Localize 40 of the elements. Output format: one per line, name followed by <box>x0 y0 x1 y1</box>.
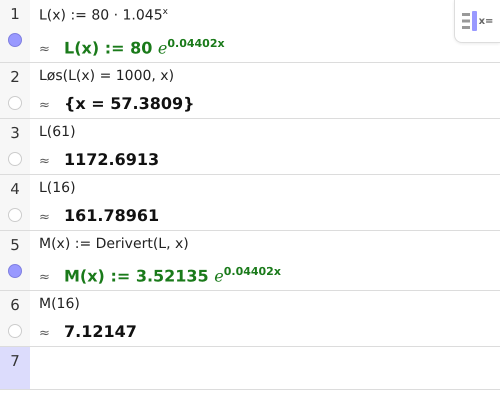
output-result: L(x) := 80 e$^{0.04402x}$ <box>64 36 225 59</box>
input-expression[interactable]: L(61) <box>39 122 76 142</box>
approx-symbol: ≈ <box>39 326 51 342</box>
visibility-toggle[interactable] <box>8 152 22 166</box>
row-number-cell[interactable]: 1 <box>0 0 30 62</box>
approx-symbol: ≈ <box>39 210 51 225</box>
output-result: 161.78961 <box>64 204 160 227</box>
approx-symbol: ≈ <box>39 154 51 169</box>
row-number-cell[interactable]: 7 <box>0 347 30 390</box>
row-number: 1 <box>10 4 20 24</box>
input-expression[interactable]: M(x) := Derivert(L, x) <box>39 234 189 254</box>
output-result: M(x) := 3.52135 e$^{0.04402x}$ <box>64 264 281 288</box>
input-expression[interactable]: L(16) <box>39 178 76 198</box>
output-result: 1172.6913 <box>64 148 160 171</box>
keyboard-icon <box>462 11 478 31</box>
visibility-toggle[interactable] <box>8 208 22 222</box>
row-number-cell[interactable]: 4 <box>0 174 30 230</box>
row-number: 5 <box>10 234 20 255</box>
visibility-toggle[interactable] <box>8 264 22 278</box>
row-number-cell[interactable]: 5 <box>0 230 30 290</box>
output-result: 7.12147 <box>64 321 137 344</box>
row-number-cell[interactable]: 6 <box>0 291 30 346</box>
row-number: 7 <box>10 351 20 372</box>
approx-symbol: ≈ <box>39 98 51 113</box>
row-number: 4 <box>10 178 20 199</box>
visibility-toggle[interactable] <box>8 324 22 338</box>
row-number-cell[interactable]: 2 <box>0 62 30 118</box>
output-result: {x = 57.3809} <box>64 92 195 115</box>
input-expression[interactable]: L(x) := 80 · 1.045$^{x}$ <box>39 2 168 26</box>
row-number-cell[interactable]: 3 <box>0 118 30 174</box>
visibility-toggle[interactable] <box>8 96 22 110</box>
keyboard-toggle-button[interactable]: x= <box>454 0 500 43</box>
input-expression[interactable]: M(16) <box>39 294 80 314</box>
visibility-toggle[interactable] <box>8 33 22 47</box>
approx-symbol: ≈ <box>39 270 51 286</box>
input-expression[interactable]: Løs(L(x) = 1000, x) <box>39 66 174 86</box>
row-number: 6 <box>10 295 20 316</box>
approx-symbol: ≈ <box>39 42 51 57</box>
row-number: 3 <box>10 122 20 143</box>
row-number: 2 <box>10 66 20 87</box>
